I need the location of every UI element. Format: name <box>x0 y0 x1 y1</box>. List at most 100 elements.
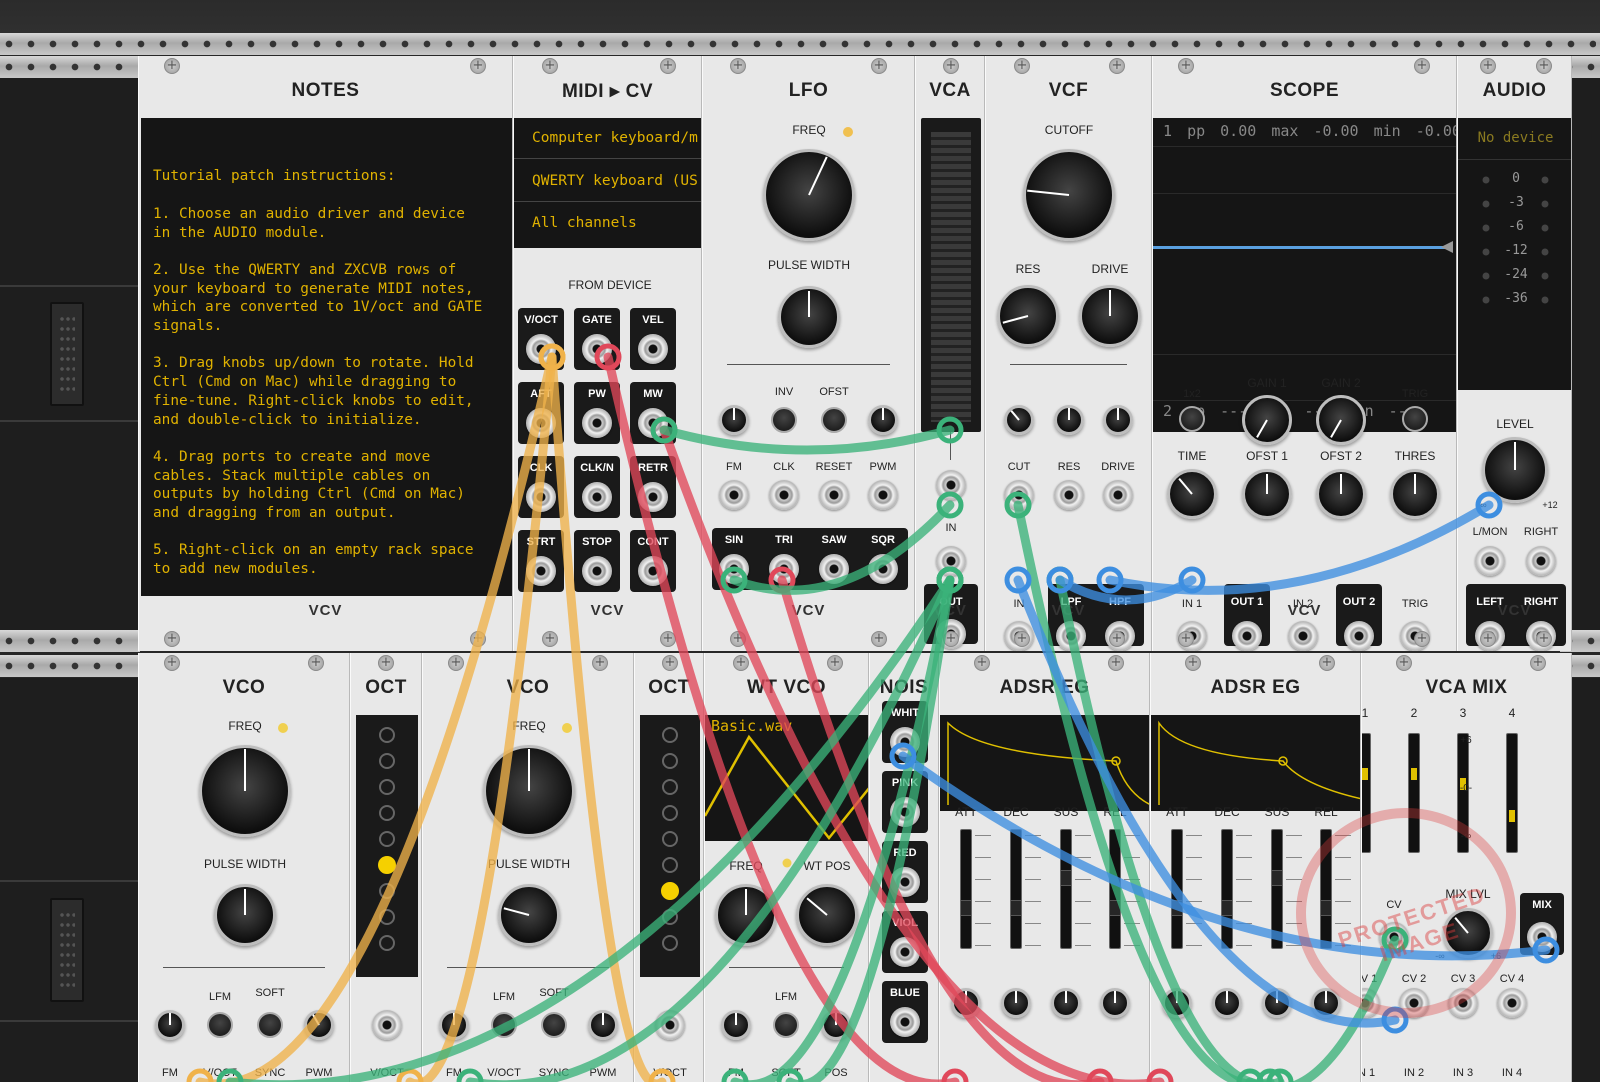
midi-cv-module[interactable]: + + MIDI ▸ CV Computer keyboard/m QWERTY … <box>513 56 702 651</box>
lfo-fm-port[interactable] <box>719 480 749 510</box>
slider-handle[interactable] <box>1172 900 1182 916</box>
octave-led[interactable] <box>662 753 678 769</box>
lfm-button[interactable] <box>491 1012 517 1038</box>
slider-handle[interactable] <box>1321 900 1331 916</box>
midi-driver-select[interactable]: Computer keyboard/m <box>532 130 698 146</box>
octave-led[interactable] <box>662 831 678 847</box>
octave-led[interactable] <box>662 805 678 821</box>
time-knob[interactable] <box>1167 469 1217 519</box>
lfo-module[interactable]: + + LFO FREQ PULSE WIDTH INV OFST FM CLK RE… <box>702 56 915 651</box>
slider-handle[interactable] <box>1011 900 1021 916</box>
noise-pink-port[interactable] <box>890 797 920 827</box>
noise-module[interactable]: NOIS WHIT PINK RED VIOL BLUE <box>869 653 939 1082</box>
midi-stop-port[interactable] <box>582 556 612 586</box>
sus-cv-knob[interactable] <box>1051 988 1081 1018</box>
rel-slider[interactable] <box>1320 829 1332 949</box>
vcf-cut-cv-port[interactable] <box>1004 480 1034 510</box>
noise-blue-port[interactable] <box>890 1007 920 1037</box>
gain1-knob[interactable] <box>1242 395 1292 445</box>
inv-button[interactable] <box>771 407 797 433</box>
lfo-pwm-port[interactable] <box>868 480 898 510</box>
scope-in2-port[interactable] <box>1288 621 1318 651</box>
midi-cont-port[interactable] <box>638 556 668 586</box>
ofst1-knob[interactable] <box>1242 469 1292 519</box>
midi-v-oct-port[interactable] <box>526 334 556 364</box>
lfo-sqr-port[interactable] <box>868 554 898 584</box>
scope-module[interactable]: + + SCOPE 1 pp 0.00 max -0.00 min -0.00 2… <box>1152 56 1457 651</box>
vca-cv-port[interactable] <box>936 470 966 500</box>
sus-cv-knob[interactable] <box>1262 988 1292 1018</box>
lfo-reset-port[interactable] <box>819 480 849 510</box>
vcamix-cv-3-port[interactable] <box>1448 988 1478 1018</box>
adsr-module-2[interactable]: + + ADSR EG ATT DEC SUS REL <box>1150 653 1361 1082</box>
slider-handle[interactable] <box>1272 870 1282 886</box>
freq-knob[interactable] <box>715 884 777 946</box>
octave-led[interactable] <box>662 857 678 873</box>
freq-knob[interactable] <box>763 149 855 241</box>
dec-cv-knob[interactable] <box>1001 988 1031 1018</box>
x2-button[interactable] <box>1179 406 1205 432</box>
mix-cv-port[interactable] <box>1379 922 1409 952</box>
pwm-knob[interactable] <box>588 1010 618 1040</box>
channel-4-level-slider[interactable] <box>1506 733 1518 853</box>
att-cv-knob[interactable] <box>951 988 981 1018</box>
scope-out1-port[interactable] <box>1232 621 1262 651</box>
scope-out2-port[interactable] <box>1344 621 1374 651</box>
midi-pw-port[interactable] <box>582 408 612 438</box>
lfm-button[interactable] <box>207 1012 233 1038</box>
freq-knob[interactable] <box>483 745 575 837</box>
audio-right-in-port[interactable] <box>1526 546 1556 576</box>
fm-attenuator-knob[interactable] <box>719 405 749 435</box>
vca-mix-module[interactable]: + + VCA MIX 1234 +6 -0- -∞ CV MIX LVL -∞ … <box>1361 653 1572 1082</box>
mix-level-knob[interactable] <box>1443 908 1493 958</box>
vcamix-cv-1-port[interactable] <box>1362 988 1380 1018</box>
lpf-out-port[interactable] <box>1056 621 1086 651</box>
cutoff-knob[interactable] <box>1023 149 1115 241</box>
lfm-button[interactable] <box>773 1012 799 1038</box>
vcamix-cv-2-port[interactable] <box>1399 988 1429 1018</box>
pwm-attenuator-knob[interactable] <box>868 405 898 435</box>
octave-led[interactable] <box>379 883 395 899</box>
octave-led[interactable] <box>662 727 678 743</box>
octave-led[interactable] <box>661 882 679 900</box>
soft-button[interactable] <box>541 1012 567 1038</box>
empty-rack-space[interactable] <box>1572 678 1600 1082</box>
octave-led[interactable] <box>379 727 395 743</box>
noise-red-port[interactable] <box>890 867 920 897</box>
slider-handle[interactable] <box>961 900 971 916</box>
freq-knob[interactable] <box>199 745 291 837</box>
wt-vco-module[interactable]: + + WT VCO Basic.wav FREQ WT POS LFM FM S… <box>704 653 869 1082</box>
lfo-saw-port[interactable] <box>819 554 849 584</box>
audio-module[interactable]: + + AUDIO No device 0 -3 -6 -12 -24 -36 LEVEL … <box>1457 56 1572 651</box>
noise-whit-port[interactable] <box>890 727 920 757</box>
octave-led[interactable] <box>379 753 395 769</box>
midi-gate-port[interactable] <box>582 334 612 364</box>
dec-slider[interactable] <box>1221 829 1233 949</box>
trig-button[interactable] <box>1402 406 1428 432</box>
ofst2-knob[interactable] <box>1316 469 1366 519</box>
wt-pos-knob[interactable] <box>796 884 858 946</box>
midi-channel-select[interactable]: All channels <box>532 215 637 231</box>
pulse-width-knob[interactable] <box>778 286 840 348</box>
vco-module-2[interactable]: + + VCO FREQ PULSE WIDTH LFM SOFT FM V/OC… <box>422 653 634 1082</box>
fm-knob[interactable] <box>155 1010 185 1040</box>
res-cv-knob[interactable] <box>1054 405 1084 435</box>
fm-knob[interactable] <box>439 1010 469 1040</box>
vcf-res-cv-port[interactable] <box>1054 480 1084 510</box>
octave-led[interactable] <box>662 909 678 925</box>
rel-cv-knob[interactable] <box>1311 988 1341 1018</box>
vcf-module[interactable]: + + VCF CUTOFF RES DRIVE CUT RES DRIVE IN L… <box>985 56 1152 651</box>
channel-1-level-slider[interactable] <box>1362 733 1371 853</box>
soft-button[interactable] <box>257 1012 283 1038</box>
att-slider[interactable] <box>1171 829 1183 949</box>
vco-module-1[interactable]: + + VCO FREQ PULSE WIDTH LFM SOFT FM V/OC… <box>138 653 350 1082</box>
drive-knob[interactable] <box>1079 285 1141 347</box>
midi-mw-port[interactable] <box>638 408 668 438</box>
dec-cv-knob[interactable] <box>1212 988 1242 1018</box>
midi-vel-port[interactable] <box>638 334 668 364</box>
ofst-button[interactable] <box>821 407 847 433</box>
drive-cv-knob[interactable] <box>1103 405 1133 435</box>
lfo-tri-port[interactable] <box>769 554 799 584</box>
lfo-sin-port[interactable] <box>719 554 749 584</box>
midi-clk-n-port[interactable] <box>582 482 612 512</box>
